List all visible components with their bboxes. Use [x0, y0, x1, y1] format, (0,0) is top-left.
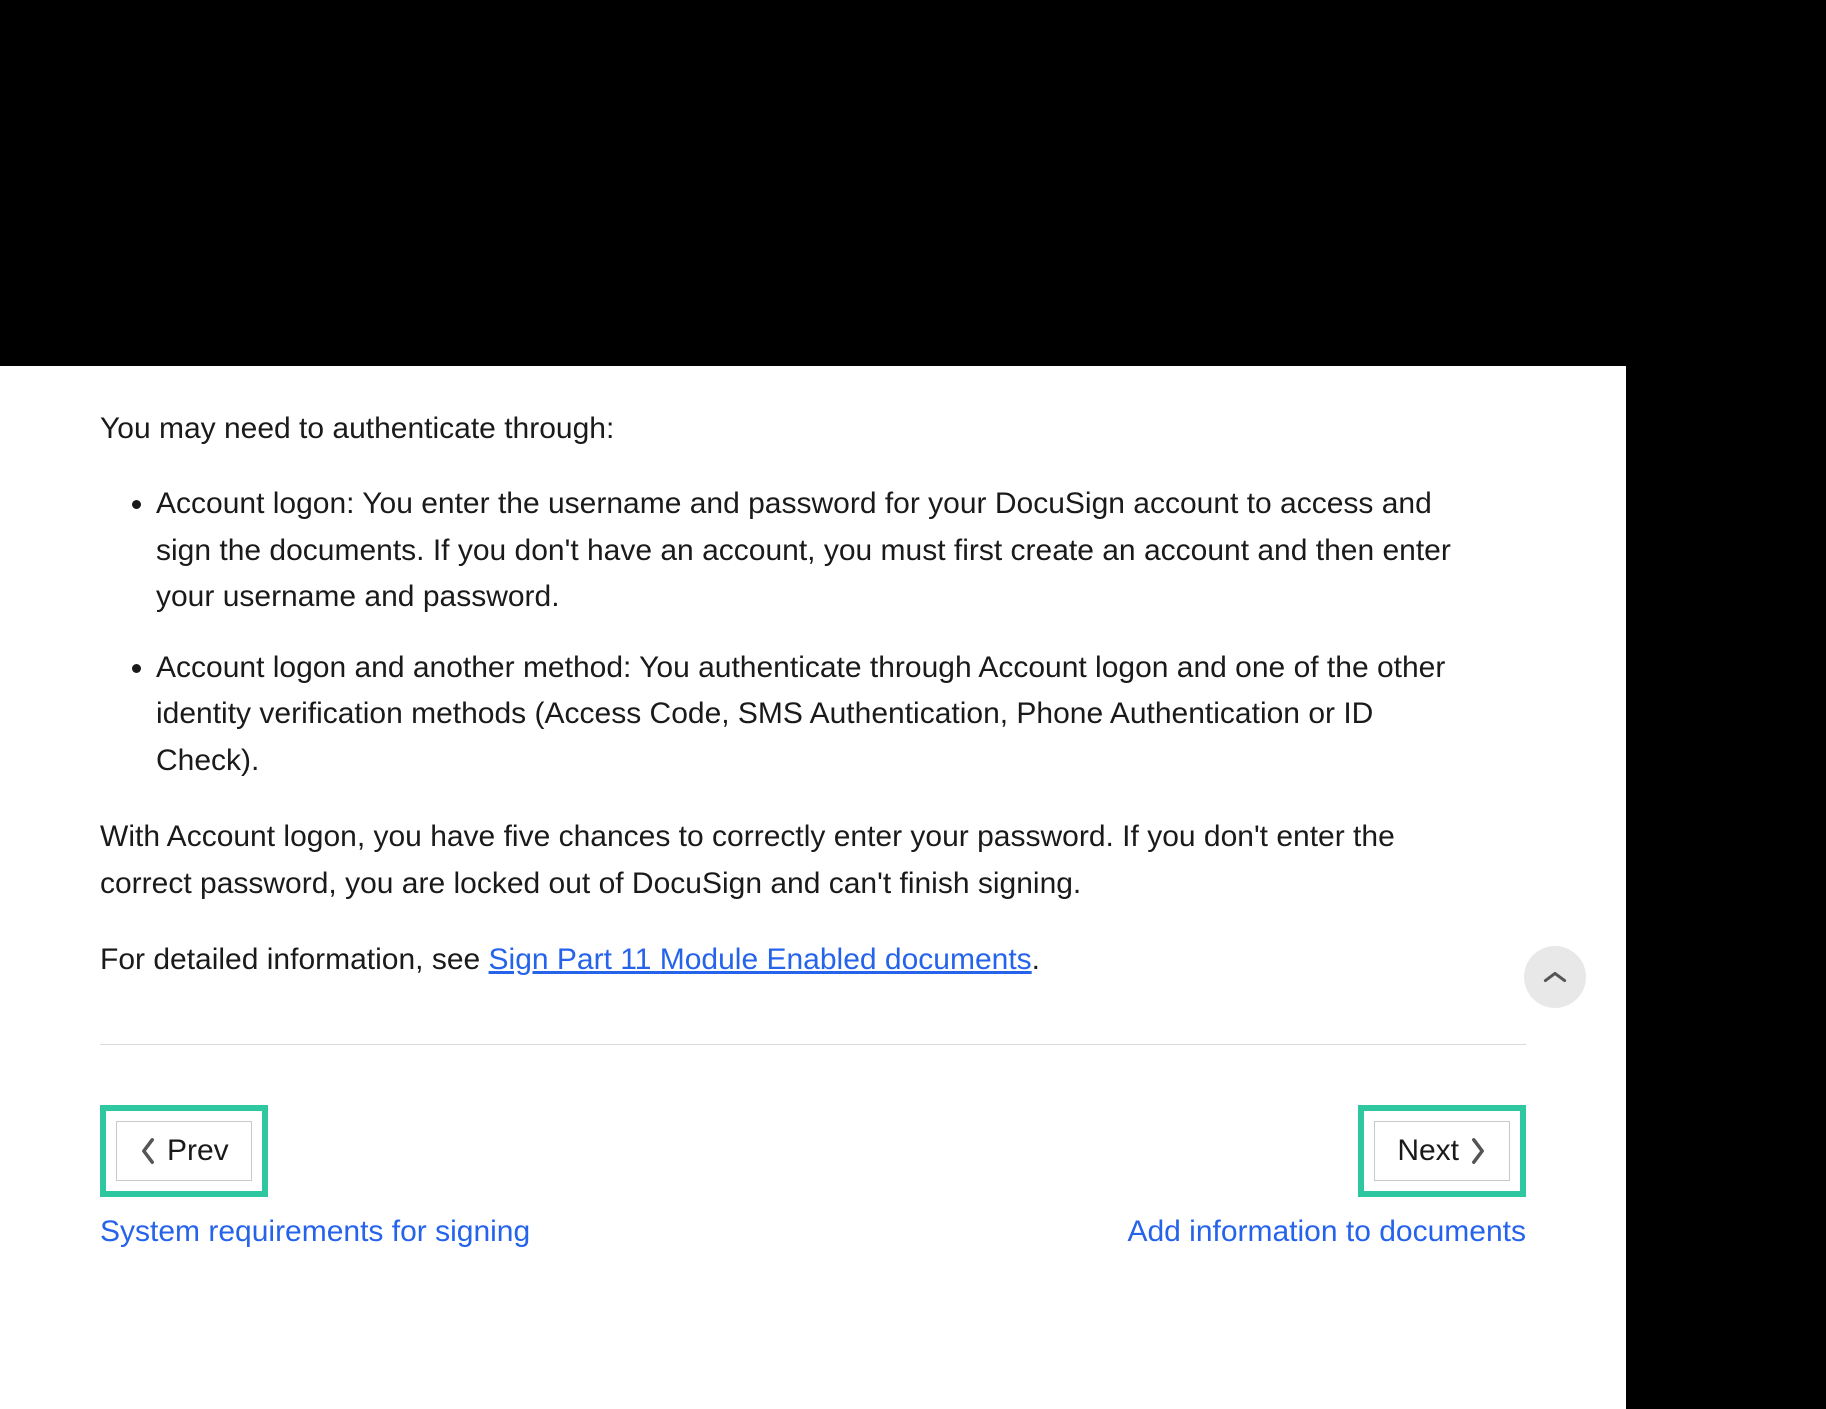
authentication-methods-list: Account logon: You enter the username an… — [100, 481, 1526, 784]
chevron-up-icon — [1543, 965, 1567, 989]
list-item: Account logon and another method: You au… — [156, 645, 1526, 785]
chevron-left-icon — [139, 1137, 157, 1165]
intro-text: You may need to authenticate through: — [100, 406, 1526, 451]
detail-suffix: . — [1032, 943, 1040, 976]
prev-page-title-link[interactable]: System requirements for signing — [100, 1215, 530, 1249]
detail-paragraph: For detailed information, see Sign Part … — [100, 937, 1526, 984]
prev-nav-block: Prev System requirements for signing — [100, 1105, 530, 1249]
prev-button[interactable]: Prev — [116, 1121, 252, 1181]
next-button-label: Next — [1397, 1134, 1459, 1168]
scroll-to-top-button[interactable] — [1524, 946, 1586, 1008]
lockout-paragraph: With Account logon, you have five chance… — [100, 814, 1526, 907]
prev-button-label: Prev — [167, 1134, 229, 1168]
page-navigation: Prev System requirements for signing Nex… — [100, 1105, 1526, 1249]
next-page-title-link[interactable]: Add information to documents — [1127, 1215, 1526, 1249]
list-item: Account logon: You enter the username an… — [156, 481, 1526, 621]
section-divider — [100, 1044, 1526, 1045]
prev-button-highlight: Prev — [100, 1105, 268, 1197]
next-nav-block: Next Add information to documents — [1127, 1105, 1526, 1249]
next-button[interactable]: Next — [1374, 1121, 1510, 1181]
next-button-highlight: Next — [1358, 1105, 1526, 1197]
detail-link[interactable]: Sign Part 11 Module Enabled documents — [489, 943, 1032, 976]
document-page: You may need to authenticate through: Ac… — [0, 366, 1626, 1409]
detail-prefix: For detailed information, see — [100, 943, 489, 976]
chevron-right-icon — [1469, 1137, 1487, 1165]
